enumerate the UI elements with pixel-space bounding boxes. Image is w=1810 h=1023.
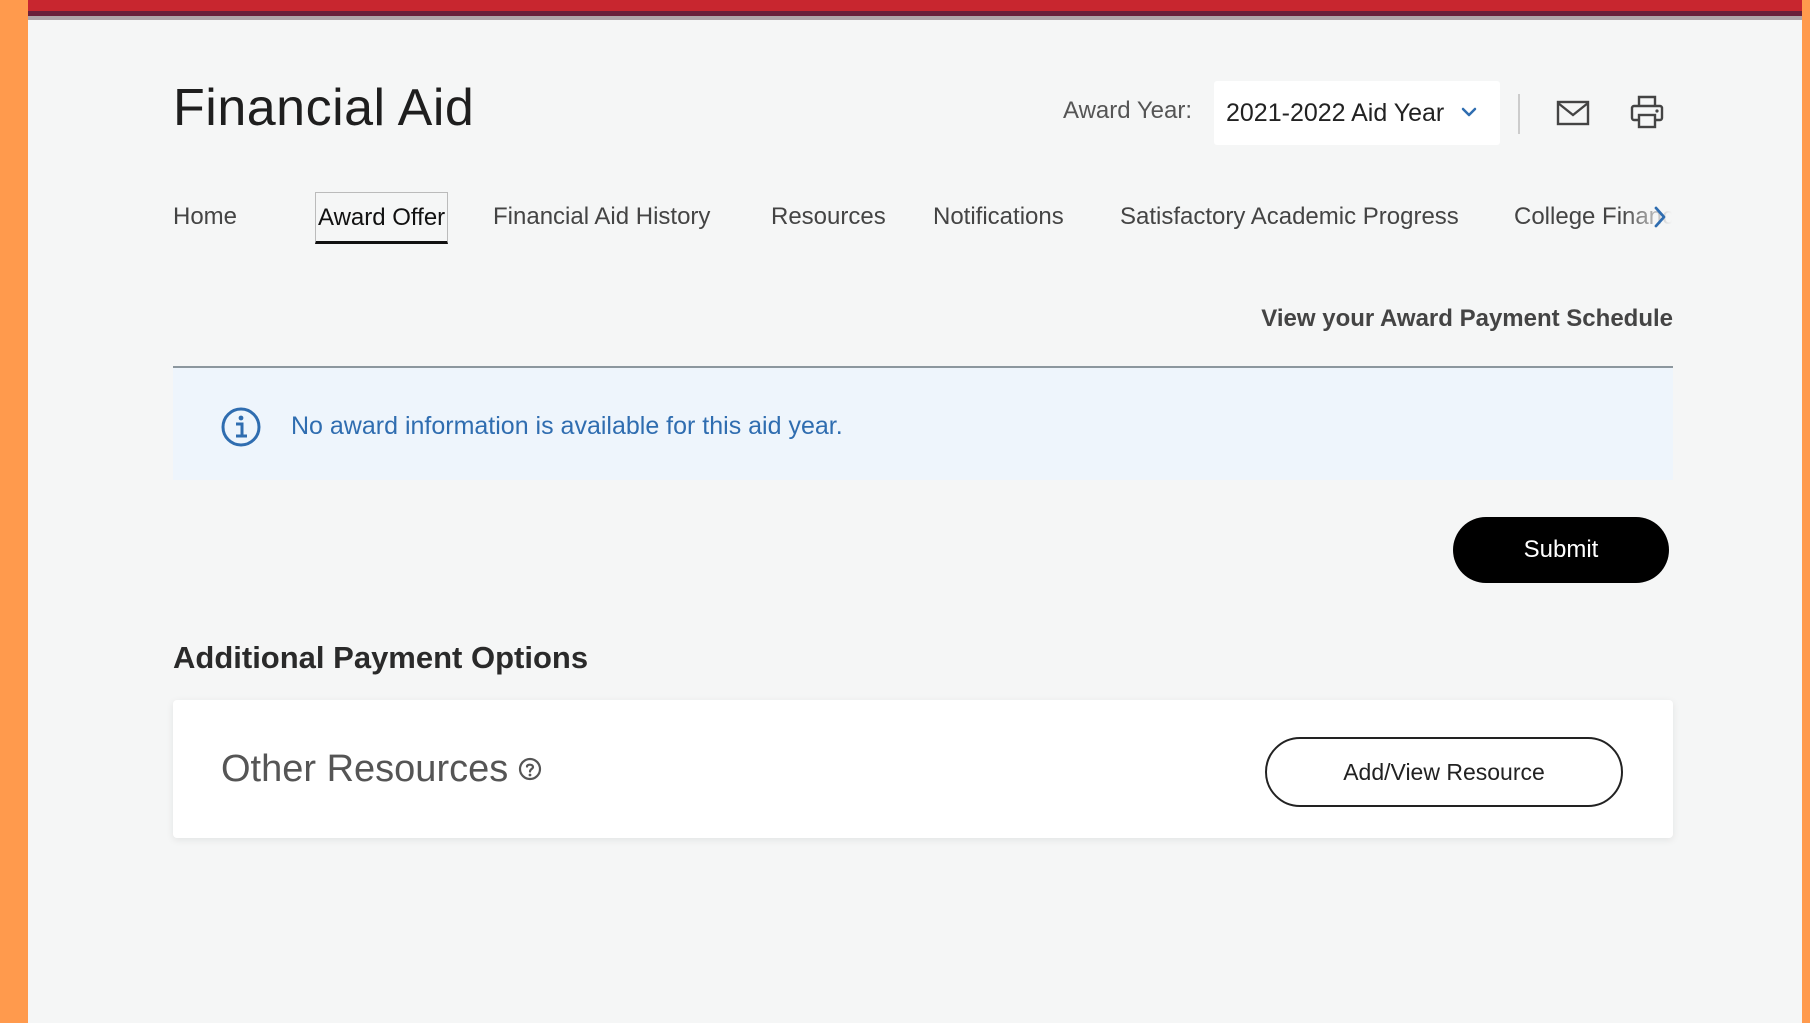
top-brand-bar	[28, 0, 1802, 20]
brand-stripe-maroon	[28, 11, 1802, 16]
award-year-label: Award Year:	[1063, 97, 1192, 124]
award-payment-schedule-link[interactable]: View your Award Payment Schedule	[1261, 305, 1673, 333]
chevron-right-icon[interactable]	[1648, 203, 1672, 231]
tab-resources[interactable]: Resources	[771, 192, 886, 244]
tab-notifications[interactable]: Notifications	[933, 192, 1064, 244]
tab-satisfactory-academic-progress[interactable]: Satisfactory Academic Progress	[1120, 192, 1459, 244]
tab-home[interactable]: Home	[173, 192, 237, 244]
award-year-select[interactable]: 2021-2022 Aid Year	[1214, 81, 1500, 145]
tab-financial-aid-history[interactable]: Financial Aid History	[493, 192, 710, 244]
chevron-down-icon	[1461, 107, 1477, 117]
app-frame: Financial Aid Award Year: 2021-2022 Aid …	[28, 0, 1802, 1023]
print-icon[interactable]	[1630, 94, 1664, 130]
info-icon	[221, 407, 261, 447]
award-year-value: 2021-2022 Aid Year	[1226, 98, 1445, 127]
tab-bar: Home Award Offer Financial Aid History R…	[173, 192, 1693, 246]
header-divider	[1518, 94, 1520, 134]
tab-award-offer[interactable]: Award Offer	[315, 192, 449, 244]
info-alert: No award information is available for th…	[173, 368, 1673, 480]
submit-button[interactable]: Submit	[1453, 517, 1669, 583]
info-message: No award information is available for th…	[291, 412, 843, 440]
additional-payment-options-title: Additional Payment Options	[173, 640, 589, 675]
add-view-resource-button[interactable]: Add/View Resource	[1265, 737, 1623, 807]
help-icon[interactable]	[518, 757, 542, 781]
page-title: Financial Aid	[173, 79, 475, 137]
other-resources-card: Other Resources Add/View Resource	[173, 700, 1673, 838]
other-resources-title: Other Resources	[221, 748, 509, 790]
brand-stripe-red	[28, 0, 1802, 11]
mail-icon[interactable]	[1556, 98, 1590, 128]
